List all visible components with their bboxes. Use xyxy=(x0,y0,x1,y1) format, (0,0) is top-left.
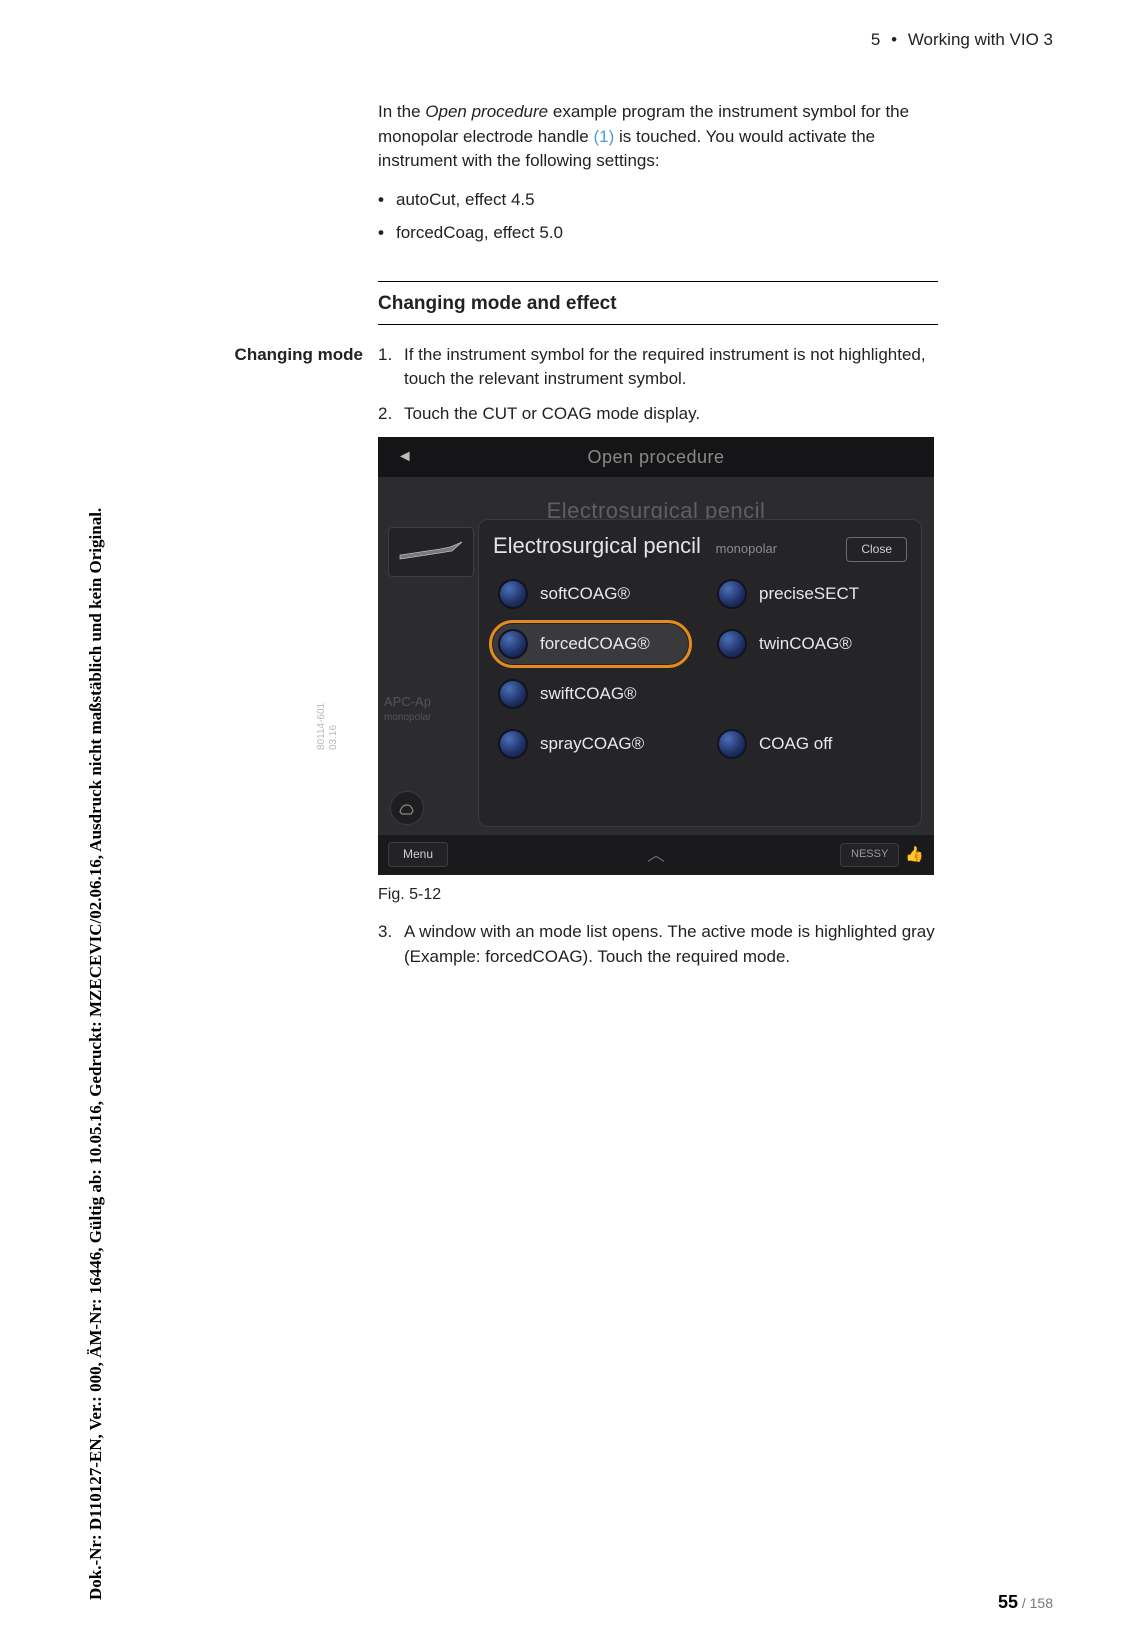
pencil-instrument-icon[interactable] xyxy=(388,527,474,577)
ref-marker-1: (1) xyxy=(593,127,614,146)
radio-icon xyxy=(498,679,528,709)
panel-subtitle: monopolar xyxy=(716,541,777,556)
figure-5-12: ◄ Open procedure Electrosurgical pencil … xyxy=(378,437,938,906)
radio-icon xyxy=(498,629,528,659)
mode-grid: softCOAG® preciseSECT forcedCOAG® twinCO… xyxy=(493,574,907,764)
mode-forcedcoag[interactable]: forcedCOAG® xyxy=(493,624,688,664)
mode-spraycoag[interactable]: sprayCOAG® xyxy=(493,724,688,764)
margin-label: Changing mode xyxy=(198,343,363,368)
device-screenshot: ◄ Open procedure Electrosurgical pencil … xyxy=(378,437,934,875)
main-content: In the Open procedure example program th… xyxy=(378,100,938,979)
step-3: 3.A window with an mode list opens. The … xyxy=(378,920,938,969)
mode-coag-off[interactable]: COAG off xyxy=(712,724,907,764)
mode-precisesect[interactable]: preciseSECT xyxy=(712,574,907,614)
intro-paragraph: In the Open procedure example program th… xyxy=(378,100,938,174)
radio-icon xyxy=(717,579,747,609)
nessy-button[interactable]: NESSY xyxy=(840,843,899,867)
thumbs-up-icon: 👍 xyxy=(905,844,924,866)
section-heading: Changing mode and effect xyxy=(378,282,938,325)
page-current: 55 xyxy=(998,1592,1018,1612)
mode-swiftcoag[interactable]: swiftCOAG® xyxy=(493,674,688,714)
steps-block: Changing mode 1.If the instrument symbol… xyxy=(378,343,938,969)
back-icon[interactable]: ◄ xyxy=(378,445,432,468)
panel-title: Electrosurgical pencil xyxy=(493,533,701,558)
close-button[interactable]: Close xyxy=(846,537,907,562)
device-footer: Menu ︿ NESSY 👍 xyxy=(378,835,934,875)
figure-caption: Fig. 5-12 xyxy=(378,883,938,906)
mode-twincoag[interactable]: twinCOAG® xyxy=(712,624,907,664)
page-header: 5 • Working with VIO 3 xyxy=(871,28,1053,53)
radio-icon xyxy=(717,729,747,759)
list-item: •autoCut, effect 4.5 xyxy=(378,188,938,213)
settings-list: •autoCut, effect 4.5 •forcedCoag, effect… xyxy=(378,188,938,245)
mode-panel: Electrosurgical pencil monopolar Close s… xyxy=(478,519,922,827)
header-bullet: • xyxy=(891,30,897,49)
chapter-number: 5 xyxy=(871,30,880,49)
radio-icon xyxy=(717,629,747,659)
page-total: 158 xyxy=(1030,1595,1053,1611)
doc-metadata-vertical: Dok.-Nr: D110127-EN, Ver.: 000, ÄM-Nr: 1… xyxy=(84,508,109,1600)
doc-code-vertical: 80114-601 03.16 xyxy=(316,703,339,750)
mode-softcoag[interactable]: softCOAG® xyxy=(493,574,688,614)
apc-label: APC-Ap monopolar xyxy=(384,695,431,724)
step-1: 1.If the instrument symbol for the requi… xyxy=(378,343,938,392)
radio-icon xyxy=(498,729,528,759)
device-title: Open procedure xyxy=(432,444,880,470)
chapter-title: Working with VIO 3 xyxy=(908,30,1053,49)
chevron-up-icon[interactable]: ︿ xyxy=(647,842,665,868)
page-footer: 55 / 158 xyxy=(998,1589,1053,1615)
step-2: 2.Touch the CUT or COAG mode display. xyxy=(378,402,938,427)
hand-icon[interactable] xyxy=(390,791,424,825)
menu-button[interactable]: Menu xyxy=(388,842,448,867)
list-item: •forcedCoag, effect 5.0 xyxy=(378,221,938,246)
device-titlebar: ◄ Open procedure xyxy=(378,437,934,477)
radio-icon xyxy=(498,579,528,609)
